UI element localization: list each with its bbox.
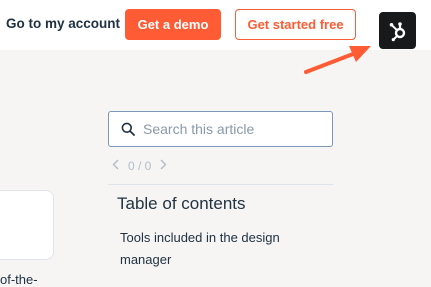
go-to-account-link[interactable]: Go to my account bbox=[6, 16, 120, 31]
get-a-demo-button[interactable]: Get a demo bbox=[125, 9, 221, 40]
search-result-pager: 0 / 0 bbox=[112, 159, 167, 173]
chevron-left-icon[interactable] bbox=[112, 159, 119, 173]
table-of-contents-title: Table of contents bbox=[117, 194, 246, 213]
hubspot-sprocket-icon bbox=[389, 21, 405, 41]
chevron-right-icon[interactable] bbox=[160, 159, 167, 173]
divider bbox=[108, 184, 333, 185]
pager-count: 0 / 0 bbox=[128, 159, 152, 173]
pointer-arrow-icon bbox=[304, 46, 371, 74]
search-input[interactable] bbox=[143, 121, 323, 137]
search-icon bbox=[121, 122, 135, 136]
search-article-field[interactable] bbox=[108, 111, 333, 147]
hubspot-logo-button[interactable] bbox=[379, 12, 416, 49]
content-card bbox=[0, 190, 54, 260]
body-text-fragment: of-the- bbox=[0, 272, 38, 287]
get-started-free-button[interactable]: Get started free bbox=[235, 9, 356, 40]
toc-item-design-manager-tools[interactable]: Tools included in the design manager bbox=[120, 227, 320, 271]
